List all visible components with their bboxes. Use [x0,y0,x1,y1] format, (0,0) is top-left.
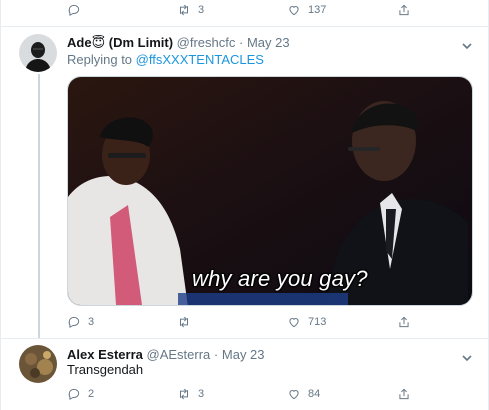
media-caption: why are you gay? [192,266,368,291]
tweet-header: Ade😇 (Dm Limit) @freshcfc · May 23 [67,35,290,51]
reply-count: 2 [88,388,95,400]
tweet-divider [1,338,489,339]
author-name-suffix[interactable]: (Dm Limit) [109,35,173,50]
heart-icon [289,390,299,400]
separator-dot: · [239,35,244,50]
reply-count: 3 [88,316,95,328]
tweet-menu-button[interactable] [462,350,472,362]
share-icon [399,388,409,400]
thread-line [38,74,40,338]
retweet-button[interactable] [177,315,287,329]
retweet-button[interactable]: 3 [177,387,287,401]
like-button[interactable]: 713 [287,315,397,329]
replying-to: Replying to @ffsXXXTENTACLES [67,52,264,67]
replying-to-label: Replying to [67,52,133,67]
like-button[interactable]: 137 [287,3,397,17]
retweet-icon [180,316,188,328]
heart-icon [289,6,299,16]
avatar[interactable] [19,34,57,72]
timeline-frame: 3 137 Ade😇 (Dm Limit) @freshcfc · May 23… [0,0,489,410]
reply-icon [68,388,80,400]
author-name[interactable]: Alex Esterra [67,347,143,362]
separator-dot: · [213,347,219,362]
tweet-actions: 2 3 84 [67,384,427,404]
author-emoji: 😇 [91,35,106,50]
chevron-down-icon [462,43,472,50]
like-count: 713 [308,316,327,328]
like-button[interactable]: 84 [287,387,397,401]
reply-button[interactable] [67,3,177,17]
share-icon [399,4,409,16]
like-count: 84 [308,388,321,400]
retweet-count: 3 [198,388,205,400]
avatar[interactable] [19,345,57,383]
share-button[interactable] [397,315,427,329]
tweet-menu-button[interactable] [462,38,472,50]
chevron-down-icon [462,355,472,362]
tweet-date[interactable]: May 23 [222,347,265,362]
author-handle[interactable]: @AEsterra [147,347,211,362]
share-button[interactable] [397,387,427,401]
tweet-text: Transgendah [67,362,144,377]
reply-icon [68,4,80,16]
retweet-button[interactable]: 3 [177,3,287,17]
retweet-icon [180,4,188,16]
author-handle[interactable]: @freshcfc [177,35,236,50]
author-name[interactable]: Ade [67,35,92,50]
replying-to-link[interactable]: @ffsXXXTENTACLES [136,52,264,67]
top-tweet-actions: 3 137 [67,0,427,20]
retweet-icon [180,388,188,400]
reply-icon [68,316,80,328]
retweet-count: 3 [198,4,205,16]
tweet-date[interactable]: May 23 [247,35,290,50]
like-count: 137 [308,4,327,16]
tweet-media[interactable]: why are you gay? [67,76,473,306]
share-button[interactable] [397,3,427,17]
tweet-header: Alex Esterra @AEsterra · May 23 [67,347,265,362]
reply-button[interactable]: 3 [67,315,177,329]
tweet-divider [1,26,489,27]
tweet-actions: 3 713 [67,312,427,332]
reply-button[interactable]: 2 [67,387,177,401]
share-icon [399,316,409,328]
heart-icon [289,318,299,328]
